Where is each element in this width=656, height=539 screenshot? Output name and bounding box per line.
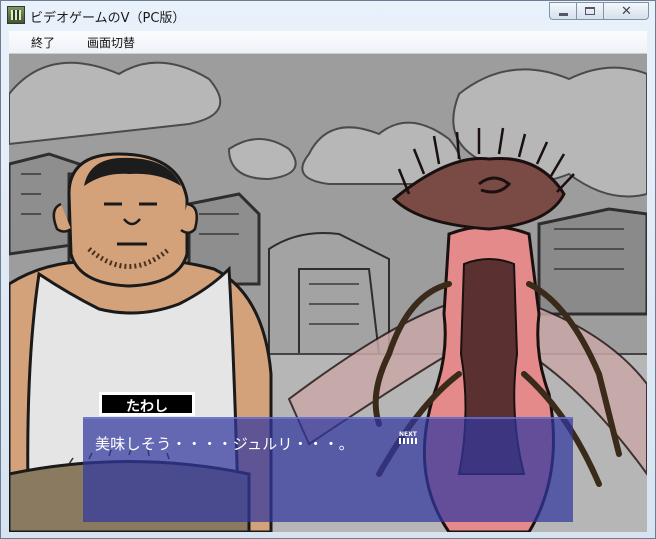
menu-bar: 終了 画面切替 [9, 31, 647, 54]
speaker-name-box: たわし [99, 392, 195, 416]
next-page-icon[interactable]: NEXT [399, 431, 419, 445]
game-window: ビデオゲームのV（PC版） ✕ 終了 画面切替 たわし 美味しそう・・・・ジュル… [0, 0, 656, 539]
dialogue-text: 美味しそう・・・・ジュルリ・・・。 [95, 435, 355, 453]
game-screen[interactable]: たわし 美味しそう・・・・ジュルリ・・・。 NEXT [9, 54, 647, 532]
close-button[interactable]: ✕ [603, 2, 649, 20]
maximize-button[interactable] [576, 2, 603, 20]
window-title: ビデオゲームのV（PC版） [30, 11, 186, 26]
caption-buttons: ✕ [549, 2, 649, 20]
menu-item-screen-toggle[interactable]: 画面切替 [87, 34, 135, 51]
maximize-icon [585, 7, 595, 15]
next-label: NEXT [399, 431, 417, 438]
close-icon: ✕ [621, 4, 632, 19]
app-icon [7, 6, 25, 24]
title-bar[interactable]: ビデオゲームのV（PC版） ✕ [1, 1, 655, 31]
minimize-icon [559, 13, 568, 16]
speaker-name: たわし [126, 399, 168, 415]
next-arrow-icon [399, 438, 419, 444]
message-window[interactable]: 美味しそう・・・・ジュルリ・・・。 NEXT [83, 417, 573, 522]
buildings-middle [268, 232, 390, 355]
buildings-right [537, 207, 647, 316]
minimize-button[interactable] [549, 2, 576, 20]
menu-item-exit[interactable]: 終了 [31, 34, 55, 51]
